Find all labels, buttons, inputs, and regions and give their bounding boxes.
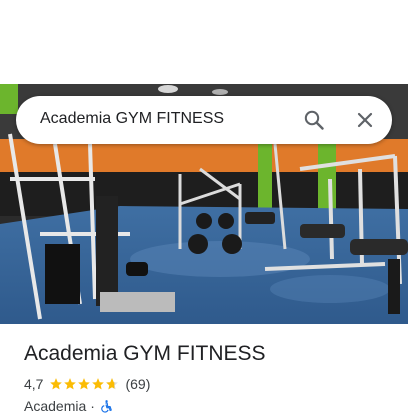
search-input[interactable]: Academia GYM FITNESS [40, 110, 224, 128]
star-icon [63, 377, 77, 391]
wheelchair-accessible-icon [99, 399, 113, 413]
star-rating [49, 377, 119, 391]
star-icon [49, 377, 63, 391]
place-title[interactable]: Academia GYM FITNESS [24, 342, 266, 366]
close-icon[interactable] [353, 108, 377, 132]
star-half-icon [105, 377, 119, 391]
search-bar[interactable]: Academia GYM FITNESS [16, 96, 392, 144]
rating-value: 4,7 [24, 376, 44, 392]
separator: · [90, 398, 95, 414]
place-category: Academia [24, 398, 87, 414]
review-count[interactable]: (69) [125, 376, 150, 392]
rating-row[interactable]: 4,7 (69) [24, 375, 150, 393]
search-icon[interactable] [302, 108, 326, 132]
category-row: Academia · [24, 397, 113, 415]
star-icon [91, 377, 105, 391]
star-icon [77, 377, 91, 391]
